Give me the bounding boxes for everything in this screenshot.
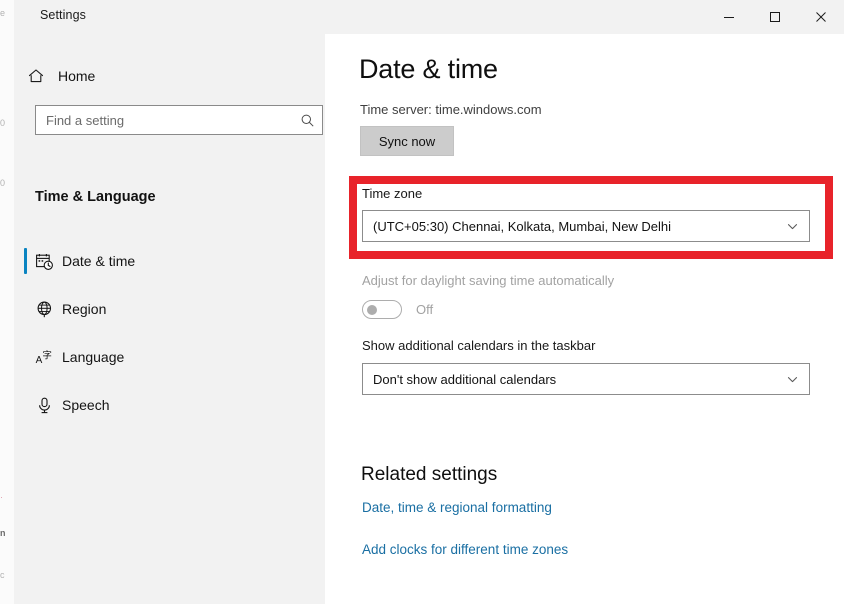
selection-indicator xyxy=(24,248,27,274)
bg-fragment: · xyxy=(0,492,3,502)
sidebar-item-label: Speech xyxy=(62,397,110,413)
sidebar-category-title: Time & Language xyxy=(35,189,156,205)
content-pane: Date & time Time server: time.windows.co… xyxy=(325,34,844,604)
sidebar-item-label: Region xyxy=(62,301,107,317)
sidebar-item-home[interactable]: Home xyxy=(14,58,325,94)
sidebar-item-region[interactable]: Region xyxy=(14,285,325,333)
bg-fragment: e xyxy=(0,8,6,18)
additional-calendars-value: Don't show additional calendars xyxy=(373,371,557,387)
home-icon xyxy=(14,67,58,85)
settings-window: Settings Home Find a setting Time & Lang… xyxy=(14,0,844,604)
sidebar: Home Time & Language xyxy=(14,34,325,604)
time-server-text: Time server: time.windows.com xyxy=(360,102,542,117)
selection-indicator xyxy=(24,392,27,418)
search-box[interactable] xyxy=(35,105,323,135)
related-settings-title: Related settings xyxy=(361,464,498,485)
toggle-knob xyxy=(367,304,377,315)
sidebar-nav: Date & time Region A 字 Language Speech xyxy=(14,237,325,429)
settings-app: e 0 0 · n c Settings Home Find a setting… xyxy=(0,0,844,604)
chevron-down-icon xyxy=(775,373,809,386)
background-window-sliver: e 0 0 · n c xyxy=(0,0,15,604)
close-icon xyxy=(816,12,826,22)
minimize-icon xyxy=(724,17,734,18)
window-controls xyxy=(706,0,844,34)
sidebar-home-label: Home xyxy=(58,68,96,84)
globe-icon xyxy=(14,300,62,319)
sync-now-button[interactable]: Sync now xyxy=(360,126,454,156)
daylight-saving-toggle[interactable] xyxy=(362,300,402,319)
close-button[interactable] xyxy=(798,0,844,34)
minimize-button[interactable] xyxy=(706,0,752,34)
bg-fragment: c xyxy=(0,570,5,580)
selection-indicator xyxy=(24,296,27,322)
daylight-saving-state: Off xyxy=(416,302,434,317)
sidebar-item-speech[interactable]: Speech xyxy=(14,381,325,429)
chevron-down-icon xyxy=(775,220,809,233)
maximize-icon xyxy=(770,12,780,22)
sidebar-item-date-time[interactable]: Date & time xyxy=(14,237,325,285)
selection-indicator xyxy=(24,344,27,370)
daylight-saving-toggle-row: Off xyxy=(362,300,433,319)
additional-calendars-label: Show additional calendars in the taskbar xyxy=(362,338,596,353)
daylight-saving-label: Adjust for daylight saving time automati… xyxy=(362,273,615,288)
related-link-date-time-regional-formatting[interactable]: Date, time & regional formatting xyxy=(362,500,552,515)
microphone-icon xyxy=(14,396,62,415)
additional-calendars-dropdown[interactable]: Don't show additional calendars xyxy=(362,363,810,395)
search-input[interactable] xyxy=(36,107,292,133)
sidebar-item-label: Date & time xyxy=(62,253,136,269)
title-bar: Settings xyxy=(14,0,844,34)
sidebar-item-label: Language xyxy=(62,349,125,365)
bg-fragment: 0 xyxy=(0,178,6,188)
calendar-clock-icon xyxy=(14,252,62,271)
language-icon: A 字 xyxy=(14,348,62,367)
sidebar-item-language[interactable]: A 字 Language xyxy=(14,333,325,381)
maximize-button[interactable] xyxy=(752,0,798,34)
svg-text:字: 字 xyxy=(42,349,52,361)
related-link-add-clocks[interactable]: Add clocks for different time zones xyxy=(362,542,568,557)
time-zone-label: Time zone xyxy=(362,186,423,201)
bg-fragment: n xyxy=(0,528,6,538)
time-zone-dropdown[interactable]: (UTC+05:30) Chennai, Kolkata, Mumbai, Ne… xyxy=(362,210,810,242)
window-title: Settings xyxy=(40,8,86,22)
page-title: Date & time xyxy=(359,54,498,84)
search-icon[interactable] xyxy=(292,113,322,128)
time-zone-value: (UTC+05:30) Chennai, Kolkata, Mumbai, Ne… xyxy=(373,218,672,234)
bg-fragment: 0 xyxy=(0,118,6,128)
